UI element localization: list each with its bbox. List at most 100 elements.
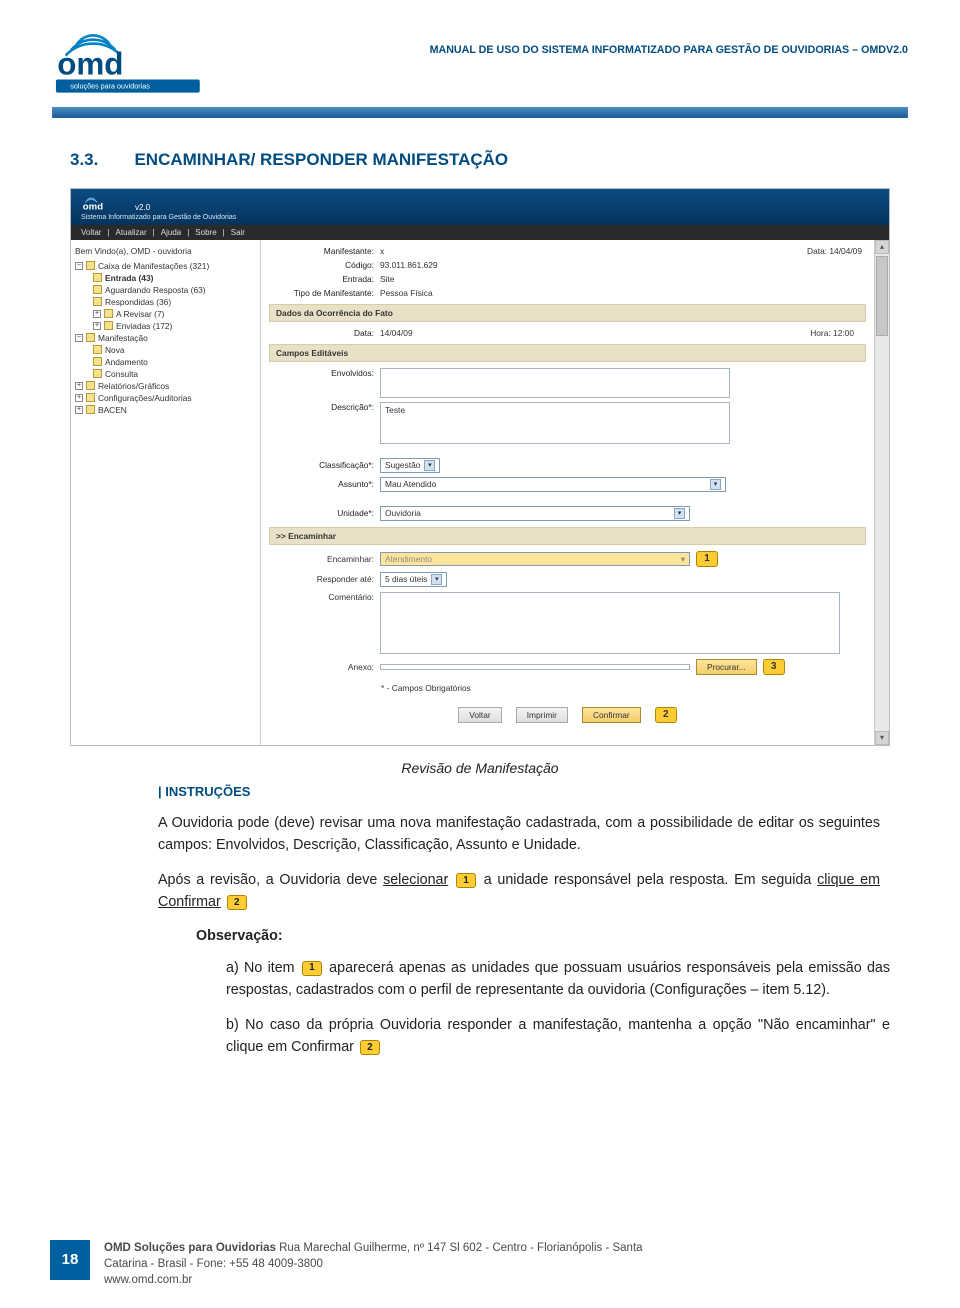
- badge-3: 3: [763, 659, 785, 675]
- procurar-button[interactable]: Procurar...: [696, 659, 757, 675]
- chevron-down-icon: ▾: [681, 554, 685, 564]
- tree-manifestacao[interactable]: − Manifestação: [75, 332, 256, 344]
- list-item-b: b) No caso da própria Ouvidoria responde…: [226, 1015, 890, 1058]
- tree-caixa[interactable]: − Caixa de Manifestações (321): [75, 260, 256, 272]
- label-data: Data:: [269, 328, 374, 338]
- tree-andamento[interactable]: Andamento: [93, 356, 256, 368]
- menu-voltar[interactable]: Voltar: [81, 228, 101, 237]
- label-descricao: Descrição*:: [269, 402, 374, 412]
- plus-icon[interactable]: +: [75, 394, 83, 402]
- inline-badge-2a: 2: [227, 895, 247, 910]
- folder-icon: [93, 285, 102, 294]
- section-number: 3.3.: [70, 150, 130, 170]
- plus-icon[interactable]: +: [75, 382, 83, 390]
- envolvidos-input[interactable]: [380, 368, 730, 398]
- app-subtitle: Sistema Informatizado para Gestão de Ouv…: [81, 214, 879, 221]
- label-tipo-manifestante: Tipo de Manifestante:: [269, 288, 374, 298]
- label-hora: Hora: 12:00: [810, 328, 854, 338]
- svg-text:omd: omd: [57, 46, 123, 81]
- folder-icon: [86, 261, 95, 270]
- scroll-up-icon[interactable]: ▴: [875, 240, 889, 254]
- tree-consulta[interactable]: Consulta: [93, 368, 256, 380]
- inline-badge-2b: 2: [360, 1040, 380, 1055]
- scroll-thumb[interactable]: [876, 256, 888, 336]
- inline-badge-1: 1: [456, 873, 476, 888]
- label-unidade: Unidade*:: [269, 508, 374, 518]
- app-screenshot: omd v2.0 Sistema Informatizado para Gest…: [70, 188, 890, 746]
- value-tipo-manifestante: Pessoa Física: [380, 288, 433, 298]
- tree-entrada[interactable]: Entrada (43): [93, 272, 256, 284]
- tree-nova[interactable]: Nova: [93, 344, 256, 356]
- classificacao-select[interactable]: Sugestão▾: [380, 458, 440, 473]
- page-number: 18: [50, 1240, 90, 1280]
- assunto-select[interactable]: Mau Atendido▾: [380, 477, 726, 492]
- scroll-down-icon[interactable]: ▾: [875, 731, 889, 745]
- value-codigo: 93.011.861.629: [380, 260, 438, 270]
- version-label: v2.0: [135, 203, 150, 212]
- app-logo-icon: omd: [81, 194, 129, 212]
- plus-icon[interactable]: +: [93, 310, 101, 318]
- tree-enviadas[interactable]: +Enviadas (172): [93, 320, 256, 332]
- app-menu-bar: Voltar | Atualizar | Ajuda | Sobre | Sai…: [71, 225, 889, 240]
- confirmar-button[interactable]: Confirmar: [582, 707, 641, 723]
- label-responder-ate: Responder até:: [269, 574, 374, 584]
- tree-config[interactable]: +Configurações/Auditorias: [75, 392, 256, 404]
- chevron-down-icon: ▾: [710, 479, 721, 490]
- descricao-input[interactable]: Teste: [380, 402, 730, 444]
- required-note: * - Campos Obrigatórios: [381, 683, 866, 693]
- folder-icon: [93, 357, 102, 366]
- folder-icon: [93, 297, 102, 306]
- responder-ate-select[interactable]: 5 dias úteis▾: [380, 572, 447, 587]
- welcome-text: Bem Vindo(a), OMD - ouvidoria: [75, 246, 256, 256]
- footer-text: OMD Soluções para Ouvidorias Rua Marecha…: [104, 1240, 910, 1288]
- encaminhar-select[interactable]: Atendimento ▾: [380, 552, 690, 566]
- label-envolvidos: Envolvidos:: [269, 368, 374, 378]
- folder-icon: [93, 273, 102, 282]
- vertical-scrollbar[interactable]: ▴ ▾: [874, 240, 889, 745]
- label-entrada: Entrada:: [269, 274, 374, 284]
- tree-relatorios[interactable]: +Relatórios/Gráficos: [75, 380, 256, 392]
- unidade-select[interactable]: Ouvidoria▾: [380, 506, 690, 521]
- minus-icon[interactable]: −: [75, 262, 83, 270]
- folder-icon: [93, 345, 102, 354]
- value-data: 14/04/09: [380, 328, 413, 338]
- plus-icon[interactable]: +: [75, 406, 83, 414]
- section-title: ENCAMINHAR/ RESPONDER MANIFESTAÇÃO: [134, 150, 508, 170]
- badge-1: 1: [696, 551, 718, 567]
- tree-respondidas[interactable]: Respondidas (36): [93, 296, 256, 308]
- page-footer: 18 OMD Soluções para Ouvidorias Rua Mare…: [50, 1240, 910, 1288]
- nav-tree: Bem Vindo(a), OMD - ouvidoria − Caixa de…: [71, 240, 261, 745]
- label-encaminhar: Encaminhar:: [269, 554, 374, 564]
- menu-ajuda[interactable]: Ajuda: [161, 228, 181, 237]
- menu-sobre[interactable]: Sobre: [195, 228, 216, 237]
- folder-icon: [86, 381, 95, 390]
- folder-icon: [93, 369, 102, 378]
- inline-badge-1b: 1: [302, 961, 322, 976]
- form-panel: Data: 14/04/09 Manifestante:x Código:93.…: [261, 240, 874, 745]
- folder-icon: [86, 393, 95, 402]
- minus-icon[interactable]: −: [75, 334, 83, 342]
- list-item-a: a) No item 1 aparecerá apenas as unidade…: [226, 958, 890, 1001]
- brand-logo: omd soluções para ouvidorias: [52, 22, 252, 99]
- imprimir-button[interactable]: Imprimir: [516, 707, 568, 723]
- omd-logo-icon: omd soluções para ouvidorias: [52, 22, 222, 94]
- tree-arevisar[interactable]: +A Revisar (7): [93, 308, 256, 320]
- app-header: omd v2.0 Sistema Informatizado para Gest…: [71, 189, 889, 225]
- paragraph-2: Após a revisão, a Ouvidoria deve selecio…: [158, 870, 880, 913]
- paragraph-1: A Ouvidoria pode (deve) revisar uma nova…: [158, 813, 880, 856]
- tree-aguardando[interactable]: Aguardando Resposta (63): [93, 284, 256, 296]
- chevron-down-icon: ▾: [431, 574, 442, 585]
- menu-atualizar[interactable]: Atualizar: [116, 228, 147, 237]
- voltar-button[interactable]: Voltar: [458, 707, 501, 723]
- folder-icon: [104, 309, 113, 318]
- section-encaminhar: >> Encaminhar: [269, 527, 866, 545]
- anexo-input[interactable]: [380, 664, 690, 670]
- data-top-right: Data: 14/04/09: [807, 246, 862, 256]
- comentario-input[interactable]: [380, 592, 840, 654]
- label-comentario: Comentário:: [269, 592, 374, 602]
- tree-bacen[interactable]: +BACEN: [75, 404, 256, 416]
- label-anexo: Anexo:: [269, 662, 374, 672]
- menu-sair[interactable]: Sair: [231, 228, 245, 237]
- plus-icon[interactable]: +: [93, 322, 101, 330]
- observacao-heading: Observação:: [196, 928, 890, 944]
